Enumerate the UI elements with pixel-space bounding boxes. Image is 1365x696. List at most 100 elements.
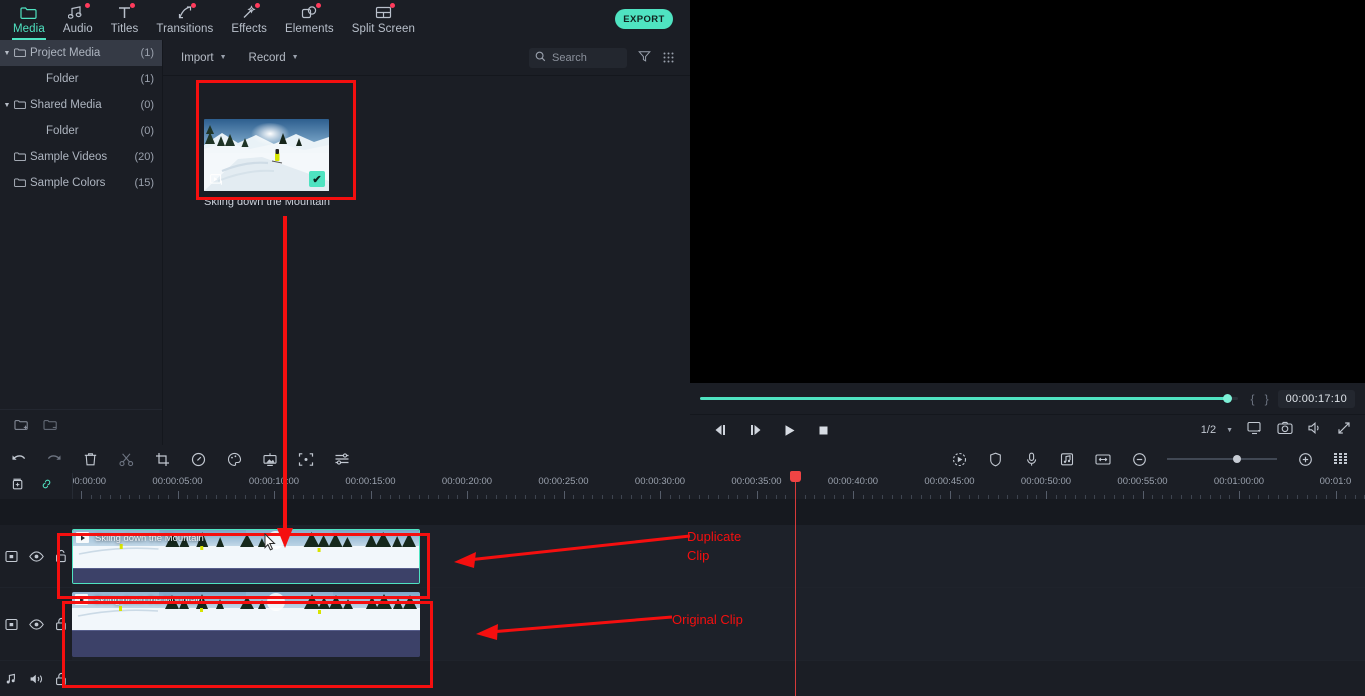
chevron-down-icon: ▼ [1226, 426, 1233, 434]
filter-funnel-icon[interactable] [638, 50, 651, 68]
speedometer-icon[interactable] [180, 452, 216, 467]
playback-speed-selector[interactable]: 1/2 ▼ [1201, 424, 1233, 436]
transition-arrows-icon [177, 3, 196, 21]
notification-dot [389, 3, 395, 8]
link-broken-icon[interactable] [39, 477, 54, 496]
nav-tab-elements[interactable]: Elements [276, 0, 343, 40]
preview-player-canvas[interactable] [690, 40, 1365, 383]
nav-tab-split-screen[interactable]: Split Screen [343, 0, 424, 40]
track-thumbnail-icon[interactable] [0, 550, 22, 563]
plus-circle-icon[interactable] [1287, 452, 1323, 467]
mixer-bars-icon[interactable] [1323, 452, 1359, 467]
nav-tab-titles[interactable]: Titles [102, 0, 148, 40]
microphone-icon[interactable] [1013, 452, 1049, 467]
nav-tab-transitions[interactable]: Transitions [147, 0, 222, 40]
motion-track-icon[interactable] [941, 452, 977, 467]
ruler-tick-label: 00:00:25:00 [538, 476, 589, 487]
shield-icon[interactable] [977, 452, 1013, 467]
expand-diagonal-icon[interactable] [1337, 421, 1351, 440]
minus-circle-icon[interactable] [1121, 452, 1157, 467]
monitor-icon[interactable] [1247, 421, 1263, 440]
player-seek-slider[interactable] [700, 394, 1238, 403]
audio-note-icon[interactable] [1049, 452, 1085, 467]
play-icon[interactable] [772, 424, 806, 437]
eye-visible-icon[interactable] [25, 618, 47, 630]
remove-folder-icon[interactable] [43, 419, 58, 437]
track-thumbnail-icon[interactable] [0, 618, 22, 631]
nav-tab-effects[interactable]: Effects [222, 0, 276, 40]
add-marker-icon[interactable] [10, 477, 25, 496]
import-button[interactable]: Import [175, 47, 220, 69]
speaker-icon[interactable] [1307, 421, 1323, 440]
ruler-tick-major [274, 491, 275, 499]
undo-arrow-icon[interactable] [0, 452, 36, 466]
unlock-icon[interactable] [50, 549, 72, 563]
media-thumbnail: ✔ [204, 119, 329, 191]
nav-tab-audio[interactable]: Audio [54, 0, 102, 40]
chevron-down-icon[interactable]: ▼ [0, 50, 14, 57]
chroma-key-icon[interactable] [252, 452, 288, 467]
reframe-brackets-icon[interactable] [288, 452, 324, 467]
folder-icon [14, 100, 30, 110]
media-toolbar: Import ▼ Record ▼ Search [163, 40, 691, 76]
ruler-tick-major [81, 491, 82, 499]
sidebar-item-label: Project Media [30, 47, 101, 59]
ruler-tick-label: 00:00:45:00 [924, 476, 975, 487]
timeline-zoom-knob[interactable] [1233, 455, 1241, 463]
nav-tab-titles-label: Titles [110, 23, 139, 35]
step-backward-icon[interactable] [704, 424, 738, 436]
sidebar-item-sample-videos[interactable]: Sample Videos (20) [0, 144, 162, 170]
timeline-ruler[interactable]: 00:00:00:00 00:00:05:00 00:00:10:00 00:00:1… [72, 473, 1365, 499]
redo-arrow-icon[interactable] [36, 452, 72, 466]
nav-tab-audio-label: Audio [62, 23, 93, 35]
nav-tab-media[interactable]: Media [4, 0, 54, 40]
timeline-clip-original[interactable]: Skiing down the Mountain [72, 592, 420, 657]
new-folder-icon[interactable] [14, 419, 29, 437]
crop-icon[interactable] [144, 452, 180, 467]
mark-in-button[interactable]: { [1246, 392, 1260, 406]
unlock-icon[interactable] [50, 617, 72, 631]
scissors-icon[interactable] [108, 452, 144, 467]
step-forward-icon[interactable] [738, 424, 772, 436]
sidebar-item-count: (0) [140, 99, 154, 111]
export-button[interactable]: EXPORT [615, 9, 673, 29]
record-chevron-down-icon[interactable]: ▼ [292, 54, 299, 61]
sliders-icon[interactable] [324, 452, 360, 466]
sidebar-item-project-folder[interactable]: Folder (1) [0, 66, 162, 92]
record-button[interactable]: Record [243, 47, 292, 69]
stop-icon[interactable] [806, 425, 840, 436]
camera-icon[interactable] [1277, 421, 1293, 440]
clip-filmstrip [73, 530, 419, 568]
sidebar-item-shared-folder[interactable]: Folder (0) [0, 118, 162, 144]
audio-track-lane[interactable] [72, 661, 1365, 696]
unlock-icon[interactable] [50, 672, 72, 686]
ruler-tick-major [949, 491, 951, 499]
shapes-icon [301, 3, 321, 21]
sidebar-item-project-media[interactable]: ▼ Project Media (1) [0, 40, 162, 66]
fit-width-icon[interactable] [1085, 453, 1121, 466]
sidebar-item-sample-colors[interactable]: Sample Colors (15) [0, 170, 162, 196]
trash-icon[interactable] [72, 452, 108, 467]
duplicate-clip-label: Duplicate Clip [687, 529, 742, 563]
sidebar-item-shared-media[interactable]: ▼ Shared Media (0) [0, 92, 162, 118]
palette-icon[interactable] [216, 452, 252, 467]
chevron-down-icon[interactable]: ▼ [0, 102, 14, 109]
speaker-icon[interactable] [25, 673, 47, 685]
player-seek-knob[interactable] [1222, 394, 1232, 403]
mark-out-button[interactable]: } [1260, 392, 1274, 406]
timeline-ruler-row: 00:00:00:00 00:00:05:00 00:00:10:00 00:00:1… [0, 473, 1365, 499]
timeline-zoom-slider[interactable] [1167, 455, 1277, 463]
media-browser-panel: Import ▼ Record ▼ Search ✔ Skiing down t… [162, 40, 691, 445]
sidebar-item-count: (15) [134, 177, 154, 189]
search-placeholder: Search [552, 52, 587, 64]
timeline-clip-duplicate[interactable]: Skiing down the Mountain [72, 529, 420, 584]
grid-view-icon[interactable] [663, 51, 675, 69]
track-1-header [0, 525, 72, 587]
ruler-tick-major [853, 491, 854, 499]
media-card-skiing[interactable]: ✔ Skiing down the Mountain [196, 113, 336, 219]
music-note-icon[interactable] [0, 672, 22, 685]
eye-visible-icon[interactable] [25, 550, 47, 562]
search-input[interactable]: Search [529, 48, 627, 68]
original-clip-label: Original Clip [672, 612, 743, 627]
import-chevron-down-icon[interactable]: ▼ [220, 54, 227, 61]
